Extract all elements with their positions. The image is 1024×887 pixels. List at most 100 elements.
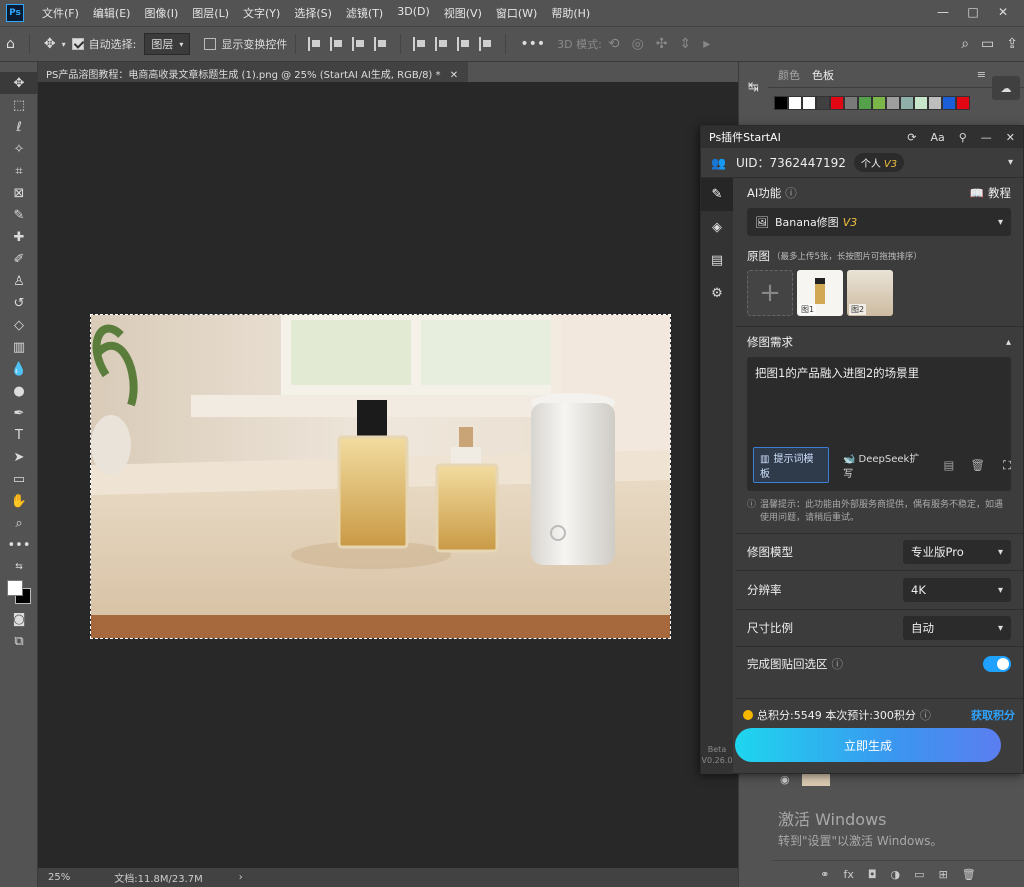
- function-dropdown[interactable]: 🖼 Banana修图 V3 ▾: [747, 208, 1011, 236]
- more-icon[interactable]: •••: [520, 36, 545, 52]
- align-top-icon[interactable]: [413, 37, 427, 51]
- history-brush-icon[interactable]: ↺: [0, 292, 38, 314]
- visibility-eye-icon[interactable]: ◉: [780, 773, 790, 786]
- resolution-dropdown[interactable]: 4K ▾: [903, 578, 1011, 602]
- link-layers-icon[interactable]: ⚭: [820, 868, 829, 881]
- info-icon[interactable]: ⓘ: [920, 707, 931, 723]
- book-icon[interactable]: 📖: [970, 186, 984, 200]
- slide-3d-icon[interactable]: ⇕: [680, 36, 692, 52]
- menu-item[interactable]: 窗口(W): [496, 5, 537, 21]
- menu-item[interactable]: 选择(S): [294, 5, 332, 21]
- share-icon[interactable]: ⇪: [1006, 36, 1018, 52]
- menu-item[interactable]: 编辑(E): [93, 5, 131, 21]
- zoom-tool-icon[interactable]: ⌕: [0, 512, 38, 534]
- move-tool-icon[interactable]: ✥: [44, 36, 56, 52]
- trash-icon[interactable]: 🗑: [970, 458, 985, 472]
- orbit-3d-icon[interactable]: ⟲: [608, 36, 620, 52]
- tutorial-link[interactable]: 教程: [988, 185, 1011, 201]
- adjustment-layer-icon[interactable]: ◑: [891, 868, 901, 881]
- maximize-icon[interactable]: □: [958, 2, 988, 22]
- stamp-tool-icon[interactable]: ♙: [0, 270, 38, 292]
- new-layer-icon[interactable]: ⊞: [939, 868, 948, 881]
- add-image-button[interactable]: +: [747, 270, 793, 316]
- fx-icon[interactable]: fx: [843, 868, 853, 881]
- document-tab[interactable]: PS产品溶图教程：电商高收录文章标题生成 (1).png @ 25% (Star…: [38, 62, 468, 82]
- history-panel-icon[interactable]: ↹: [739, 80, 768, 95]
- auto-select-checkbox[interactable]: 自动选择:: [71, 36, 136, 52]
- swatch[interactable]: [872, 96, 886, 110]
- close-tab-icon[interactable]: ✕: [450, 70, 458, 81]
- swatch[interactable]: [816, 96, 830, 110]
- type-tool-icon[interactable]: T: [0, 424, 38, 446]
- new-group-icon[interactable]: ▭: [914, 868, 924, 881]
- checkbox-unchecked[interactable]: [204, 38, 217, 50]
- pen-tool-icon[interactable]: ✒: [0, 402, 38, 424]
- show-transform-checkbox[interactable]: 显示变换控件: [204, 36, 287, 52]
- menu-item[interactable]: 滤镜(T): [346, 5, 383, 21]
- align-right-icon[interactable]: [352, 37, 366, 51]
- thumbnail-1[interactable]: 图1: [797, 270, 843, 316]
- healing-brush-icon[interactable]: ✚: [0, 226, 38, 248]
- creative-cloud-icon[interactable]: ☁: [992, 76, 1020, 100]
- collapse-icon[interactable]: —: [981, 131, 992, 144]
- menu-item[interactable]: 图像(I): [144, 5, 178, 21]
- menu-item[interactable]: 图层(L): [192, 5, 229, 21]
- menu-item[interactable]: 帮助(H): [551, 5, 590, 21]
- home-icon[interactable]: ⌂: [6, 36, 15, 52]
- gear-icon[interactable]: ⚙: [701, 277, 733, 310]
- path-select-icon[interactable]: ➤: [0, 446, 38, 468]
- swatch[interactable]: [886, 96, 900, 110]
- foreground-color[interactable]: [7, 580, 23, 596]
- font-size-icon[interactable]: Aa: [930, 131, 944, 144]
- chevron-right-icon[interactable]: ›: [239, 872, 243, 883]
- checkbox-checked[interactable]: [71, 38, 84, 50]
- frame-tool-icon[interactable]: ⊠: [0, 182, 38, 204]
- distribute-vertical-icon[interactable]: [479, 37, 493, 51]
- auto-select-dropdown[interactable]: 图层 ▾: [144, 33, 191, 55]
- dodge-tool-icon[interactable]: ●: [0, 380, 38, 402]
- align-center-icon[interactable]: [330, 37, 344, 51]
- prompt-template-button[interactable]: ▥ 提示词模板: [753, 447, 830, 483]
- drag-3d-icon[interactable]: ✣: [656, 36, 668, 52]
- magic-wand-icon[interactable]: ✧: [0, 138, 38, 160]
- swatch[interactable]: [928, 96, 942, 110]
- info-icon[interactable]: ⓘ: [832, 656, 844, 672]
- trash-icon[interactable]: 🗑: [962, 868, 976, 881]
- request-textarea[interactable]: 把图1的产品融入进图2的场景里 ▥ 提示词模板 🐋 DeepSeek扩写 ▤ 🗑 ⛶: [747, 357, 1011, 491]
- canvas-image[interactable]: [90, 314, 671, 639]
- crop-tool-icon[interactable]: ⌗: [0, 160, 38, 182]
- video-camera-icon[interactable]: ▸: [703, 36, 710, 52]
- generate-button[interactable]: 立即生成: [735, 728, 1001, 762]
- chevron-down-icon[interactable]: ▾: [1008, 157, 1013, 168]
- swatch[interactable]: [900, 96, 914, 110]
- menu-item[interactable]: 文字(Y): [243, 5, 280, 21]
- layer-mask-icon[interactable]: ◘: [868, 868, 877, 881]
- edit-pen-icon[interactable]: ✎: [701, 178, 733, 211]
- request-header[interactable]: 修图需求 ▴: [735, 327, 1023, 357]
- menu-item[interactable]: 文件(F): [42, 5, 79, 21]
- tab-swatches[interactable]: 色板: [812, 67, 834, 83]
- fullscreen-icon[interactable]: ⛶: [1003, 458, 1011, 473]
- color-swatches[interactable]: [0, 578, 38, 608]
- menu-item[interactable]: 视图(V): [444, 5, 482, 21]
- chevron-up-icon[interactable]: ▴: [1006, 337, 1011, 348]
- search-icon[interactable]: ⌕: [961, 36, 969, 52]
- thumbnail-2[interactable]: 图2: [847, 270, 893, 316]
- swatch[interactable]: [956, 96, 970, 110]
- eraser-tool-icon[interactable]: ◇: [0, 314, 38, 336]
- zoom-level[interactable]: 25%: [48, 872, 70, 883]
- more-tools-icon[interactable]: •••: [0, 534, 38, 556]
- align-middle-icon[interactable]: [435, 37, 449, 51]
- blur-tool-icon[interactable]: 💧: [0, 358, 38, 380]
- ratio-dropdown[interactable]: 自动 ▾: [903, 616, 1011, 640]
- model-dropdown[interactable]: 专业版Pro ▾: [903, 540, 1011, 564]
- brush-tool-icon[interactable]: ✐: [0, 248, 38, 270]
- swatch[interactable]: [830, 96, 844, 110]
- align-left-icon[interactable]: [308, 37, 322, 51]
- rectangle-tool-icon[interactable]: ▭: [0, 468, 38, 490]
- swatch[interactable]: [858, 96, 872, 110]
- history-icon[interactable]: ▤: [943, 458, 954, 472]
- pin-icon[interactable]: ⚲: [959, 131, 967, 144]
- swatch[interactable]: [844, 96, 858, 110]
- layers-stack-icon[interactable]: ◈: [701, 211, 733, 244]
